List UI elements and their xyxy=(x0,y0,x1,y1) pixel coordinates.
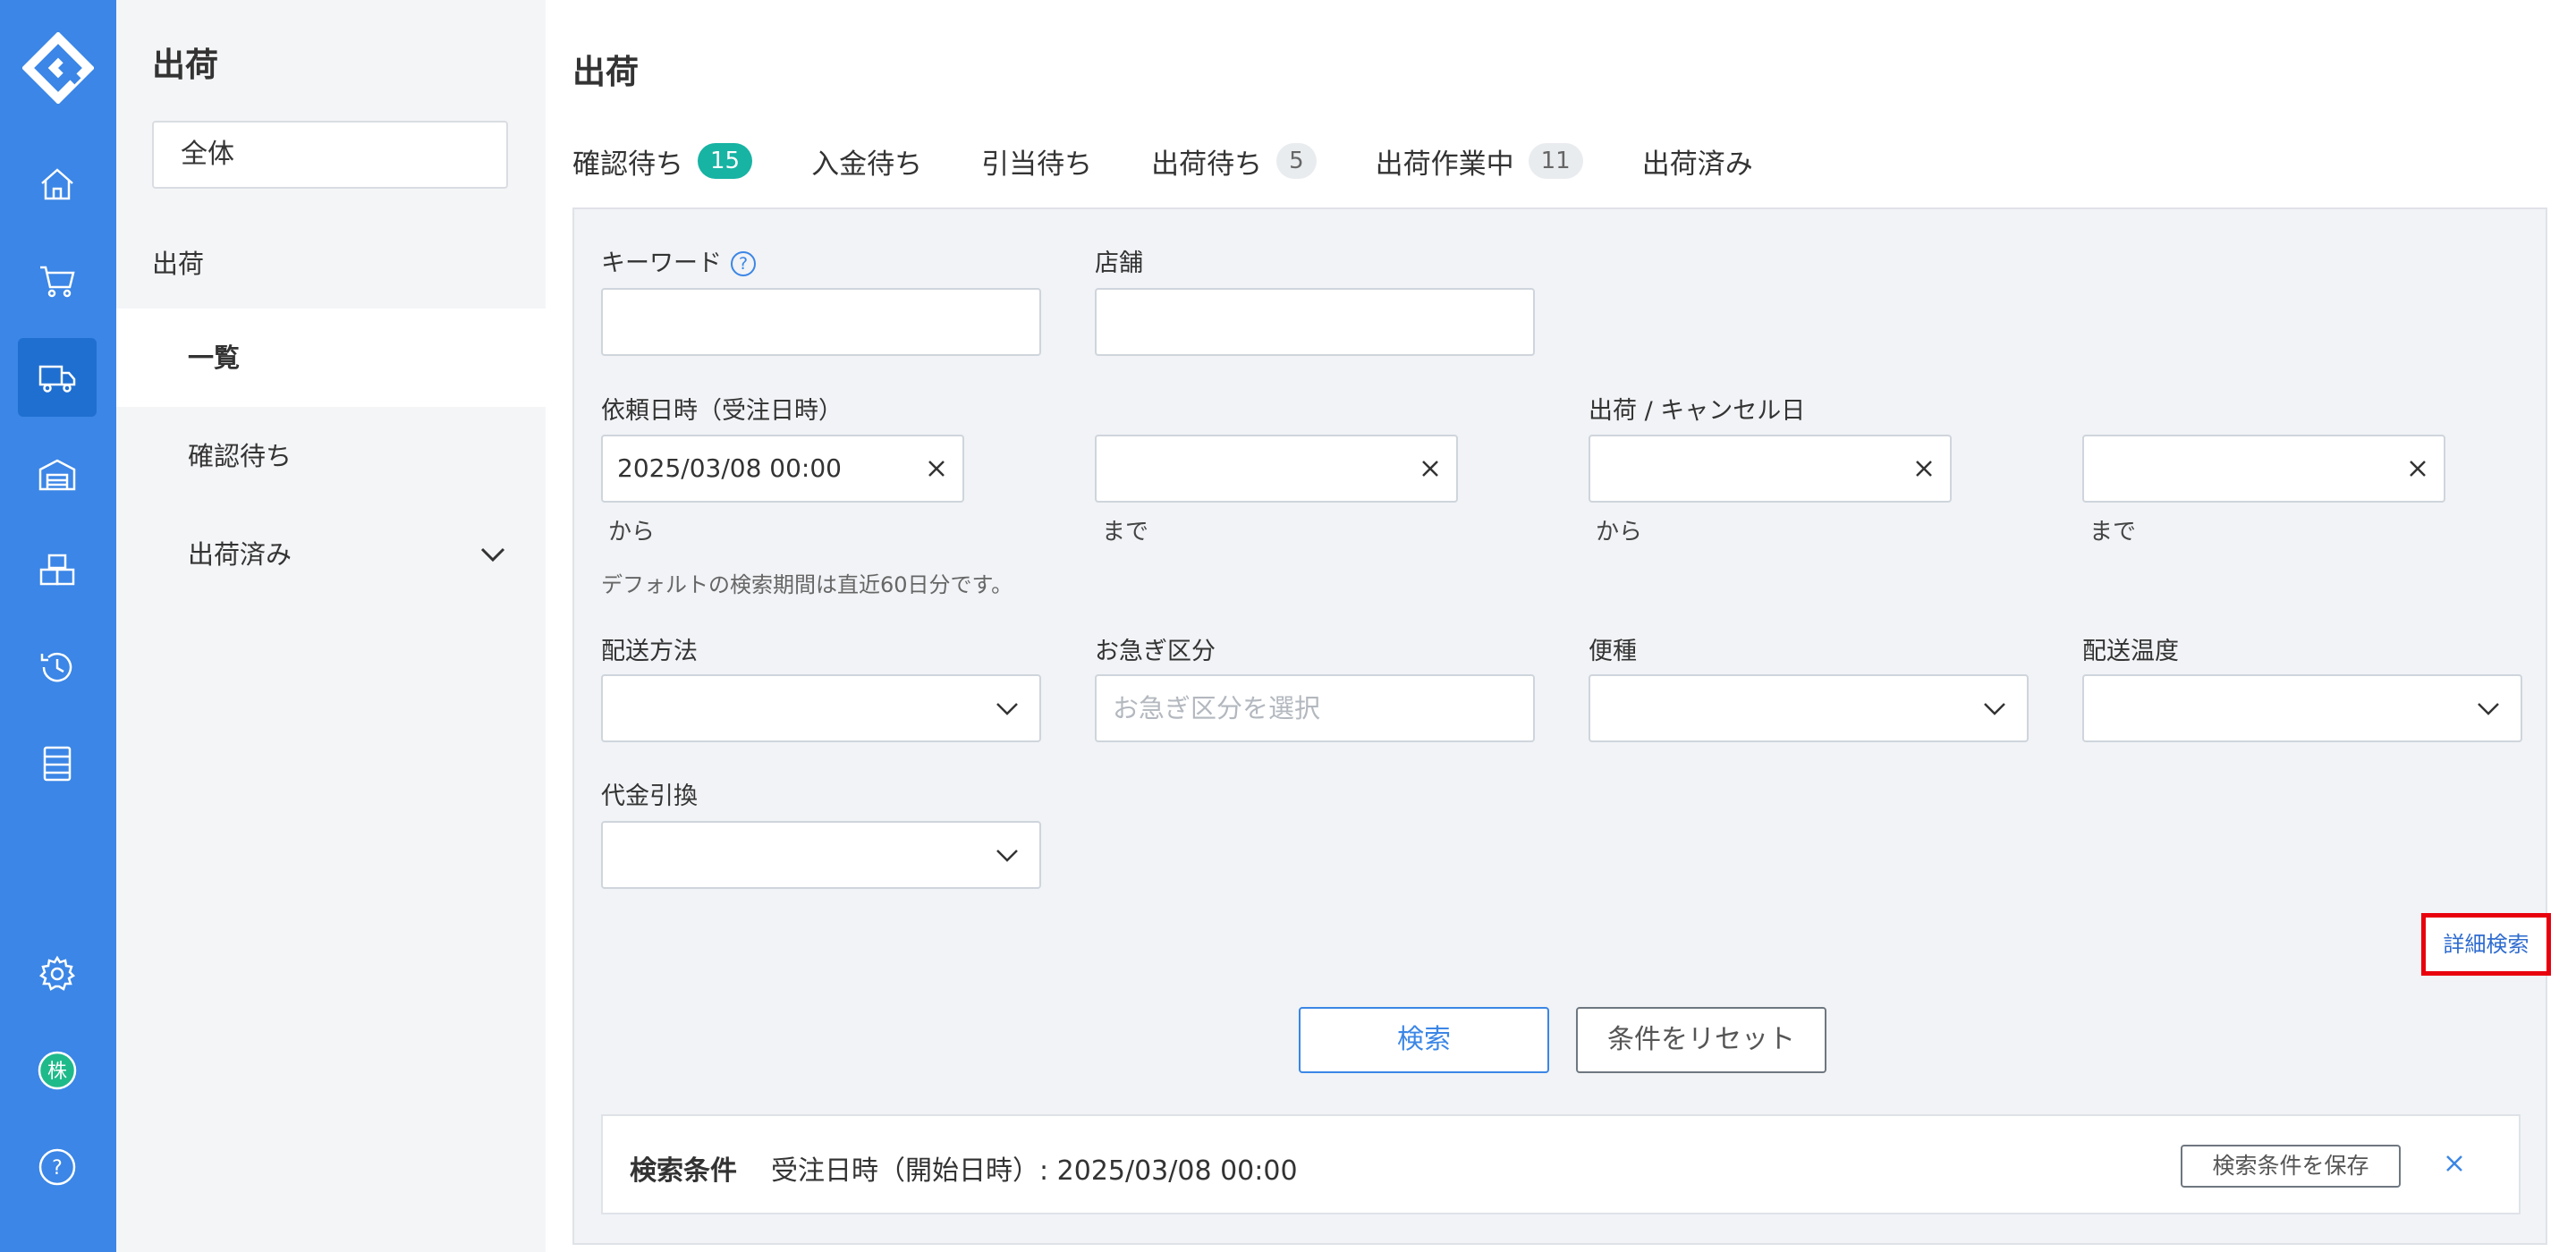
cod-select[interactable] xyxy=(601,821,1041,889)
secondary-sidebar: 出荷 全体 出荷 一覧 確認待ち 出荷済み xyxy=(116,0,546,1252)
sidebar-item-label: 確認待ち xyxy=(188,441,292,471)
page-title: 出荷 xyxy=(572,53,639,91)
svg-text:?: ? xyxy=(52,1157,63,1180)
tab-awaiting-shipment[interactable]: 出荷待ち 5 xyxy=(1151,141,1317,182)
store-label: 店舗 xyxy=(1095,250,1143,277)
count-badge: 5 xyxy=(1276,143,1317,179)
keyword-label: キーワード? xyxy=(601,243,756,278)
truck-icon xyxy=(38,365,76,393)
list-document-icon xyxy=(43,746,72,782)
chevron-down-icon xyxy=(1984,703,2005,715)
advanced-search-link[interactable]: 詳細検索 xyxy=(2421,913,2551,976)
clear-icon[interactable] xyxy=(1911,455,1937,482)
sidebar-section-label: 出荷 xyxy=(152,249,205,279)
request-date-from-value: 2025/03/08 00:00 xyxy=(617,453,842,483)
tab-shipped[interactable]: 出荷済み xyxy=(1642,141,1753,182)
search-conditions-bar: 検索条件 受注日時（開始日時）: 2025/03/08 00:00 検索条件を保… xyxy=(601,1114,2521,1214)
count-badge: 11 xyxy=(1528,143,1583,179)
tab-label: 引当待ち xyxy=(981,148,1093,181)
inventory-nav[interactable] xyxy=(18,531,97,610)
company-nav[interactable]: 株 xyxy=(18,1031,97,1110)
ship-date-to-input[interactable] xyxy=(2082,435,2445,503)
tab-label: 確認待ち xyxy=(572,148,683,181)
chevron-down-icon xyxy=(996,850,1018,862)
sidebar-item-awaiting-confirmation[interactable]: 確認待ち xyxy=(116,407,546,505)
cart-icon xyxy=(40,266,75,298)
history-icon xyxy=(40,653,72,682)
tab-awaiting-confirmation[interactable]: 確認待ち 15 xyxy=(572,141,753,182)
status-tabs: 確認待ち 15 入金待ち 引当待ち 出荷待ち 5 出荷作業中 11 出荷済み xyxy=(572,134,1812,188)
sidebar-item-shipped[interactable]: 出荷済み xyxy=(116,505,546,604)
reset-button[interactable]: 条件をリセット xyxy=(1576,1007,1826,1073)
keyword-input[interactable] xyxy=(601,288,1041,356)
orders-nav[interactable] xyxy=(18,241,97,320)
cod-label: 代金引換 xyxy=(601,782,698,810)
from-label: から xyxy=(1596,519,1643,546)
ship-date-from-input[interactable] xyxy=(1589,435,1952,503)
home-icon xyxy=(41,168,73,200)
warehouse-nav[interactable] xyxy=(18,435,97,513)
close-icon[interactable] xyxy=(2441,1150,2468,1177)
urgency-label: お急ぎ区分 xyxy=(1095,638,1216,665)
home-nav[interactable] xyxy=(18,145,97,224)
sidebar-item-list[interactable]: 一覧 xyxy=(116,309,546,407)
request-date-from-input[interactable]: 2025/03/08 00:00 xyxy=(601,435,964,503)
tab-shipping-in-progress[interactable]: 出荷作業中 11 xyxy=(1376,141,1583,182)
boxes-icon xyxy=(39,554,75,586)
search-panel: キーワード? 店舗 依頼日時（受注日時） 2025/03/08 00:00 から… xyxy=(572,207,2551,1245)
count-badge: 15 xyxy=(698,143,753,179)
conditions-text: 受注日時（開始日時）: 2025/03/08 00:00 xyxy=(771,1155,1298,1187)
app-logo-icon[interactable] xyxy=(22,32,94,104)
ship-date-label: 出荷 / キャンセル日 xyxy=(1589,397,1806,425)
urgency-placeholder: お急ぎ区分を選択 xyxy=(1113,693,1321,723)
chevron-down-icon xyxy=(996,703,1018,715)
svg-text:株: 株 xyxy=(47,1061,67,1083)
tab-label: 出荷作業中 xyxy=(1375,148,1514,181)
gear-icon xyxy=(38,955,76,991)
request-date-label: 依頼日時（受注日時） xyxy=(601,397,843,425)
from-label: から xyxy=(608,519,656,546)
urgency-select[interactable]: お急ぎ区分を選択 xyxy=(1095,674,1535,742)
tab-awaiting-allocation[interactable]: 引当待ち xyxy=(981,141,1092,182)
save-conditions-button[interactable]: 検索条件を保存 xyxy=(2181,1145,2401,1188)
temperature-label: 配送温度 xyxy=(2082,638,2179,665)
clear-icon[interactable] xyxy=(923,455,950,482)
chevron-down-icon[interactable] xyxy=(479,545,506,564)
flight-type-select[interactable] xyxy=(1589,674,2029,742)
help-icon: ? xyxy=(38,1148,76,1186)
reports-nav[interactable] xyxy=(18,724,97,803)
keyword-label-text: キーワード xyxy=(601,250,722,277)
tab-awaiting-payment[interactable]: 入金待ち xyxy=(811,141,922,182)
to-label: まで xyxy=(1102,519,1149,546)
conditions-heading: 検索条件 xyxy=(630,1155,737,1187)
search-button[interactable]: 検索 xyxy=(1299,1007,1549,1073)
delivery-method-select[interactable] xyxy=(601,674,1041,742)
request-date-to-input[interactable] xyxy=(1095,435,1458,503)
chevron-down-icon xyxy=(2478,703,2499,715)
sidebar-item-label: 一覧 xyxy=(188,343,241,373)
help-circle-icon[interactable]: ? xyxy=(731,251,756,276)
history-nav[interactable] xyxy=(18,628,97,706)
main-content: 出荷 確認待ち 15 入金待ち 引当待ち 出荷待ち 5 出荷作業中 11 出荷済… xyxy=(546,0,2576,1252)
tab-label: 出荷待ち xyxy=(1151,148,1263,181)
tab-label: 入金待ち xyxy=(811,148,923,181)
temperature-select[interactable] xyxy=(2082,674,2522,742)
scope-selector[interactable]: 全体 xyxy=(152,121,508,189)
clear-icon[interactable] xyxy=(1417,455,1444,482)
default-period-note: デフォルトの検索期間は直近60日分です。 xyxy=(601,572,1013,597)
tab-label: 出荷済み xyxy=(1641,148,1753,181)
delivery-method-label: 配送方法 xyxy=(601,638,698,665)
company-badge-icon: 株 xyxy=(38,1051,77,1090)
shipping-nav[interactable] xyxy=(18,338,97,417)
to-label: まで xyxy=(2089,519,2137,546)
app-rail: 株 ? xyxy=(0,0,116,1252)
store-input[interactable] xyxy=(1095,288,1535,356)
sidebar-item-label: 出荷済み xyxy=(188,539,292,570)
flight-type-label: 便種 xyxy=(1589,638,1637,665)
settings-nav[interactable] xyxy=(18,935,97,1013)
clear-icon[interactable] xyxy=(2404,455,2431,482)
sidebar-title: 出荷 xyxy=(152,46,218,84)
warehouse-icon xyxy=(38,459,76,491)
help-nav[interactable]: ? xyxy=(18,1128,97,1206)
